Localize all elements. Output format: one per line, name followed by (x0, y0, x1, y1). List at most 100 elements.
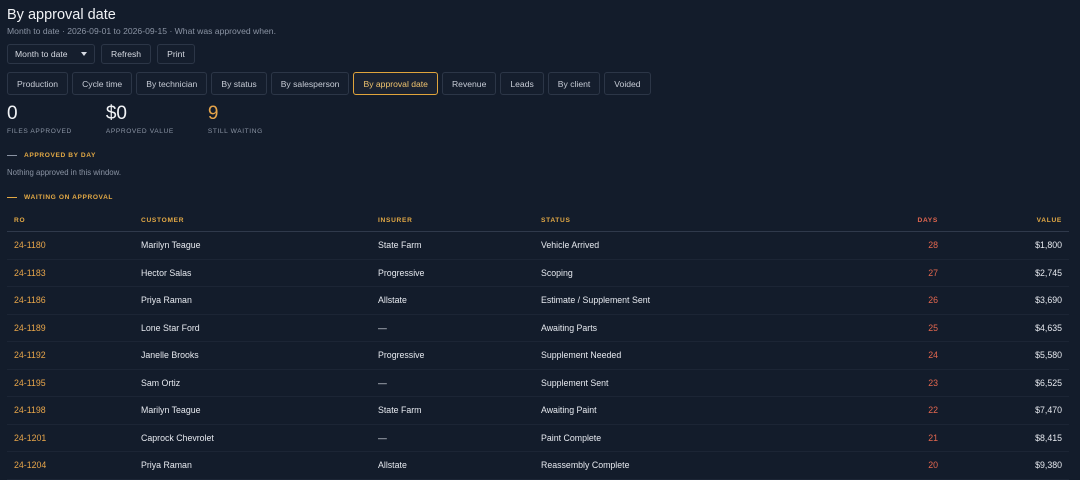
days-cell: 28 (799, 231, 945, 260)
days-cell: 24 (799, 341, 945, 370)
status-cell: Awaiting Parts (534, 314, 799, 342)
tab-by-client[interactable]: By client (547, 72, 601, 95)
ro-link[interactable]: 24-1192 (7, 341, 134, 370)
value-cell: $4,635 (945, 314, 1069, 342)
section-waiting-on-approval: WAITING ON APPROVAL (7, 194, 113, 201)
value-cell: $7,470 (945, 396, 1069, 425)
status-cell: Vehicle Arrived (534, 231, 799, 260)
ro-link[interactable]: 24-1180 (7, 231, 134, 260)
ro-link[interactable]: 24-1201 (7, 424, 134, 452)
days-cell: 23 (799, 369, 945, 397)
date-range-value: Month to date (15, 49, 68, 59)
customer-cell: Marilyn Teague (134, 396, 371, 425)
status-cell: Scoping (534, 259, 799, 287)
insurer-cell: — (371, 369, 534, 397)
date-range-select[interactable]: Month to date (7, 44, 95, 64)
report-tabs: Production Cycle time By technician By s… (7, 72, 651, 95)
column-header-status[interactable]: STATUS (534, 210, 799, 232)
value-cell: $2,745 (945, 259, 1069, 287)
column-header-insurer[interactable]: INSURER (371, 210, 534, 232)
stat-files-approved: 0 FILES APPROVED (7, 103, 72, 136)
customer-cell: Marilyn Teague (134, 231, 371, 260)
insurer-cell: Allstate (371, 451, 534, 480)
stat-label: APPROVED VALUE (105, 128, 174, 135)
days-cell: 20 (799, 451, 945, 480)
tab-revenue[interactable]: Revenue (441, 72, 497, 95)
insurer-cell: — (371, 314, 534, 342)
status-cell: Reassembly Complete (534, 451, 799, 480)
tab-by-technician[interactable]: By technician (136, 72, 208, 95)
ro-link[interactable]: 24-1204 (7, 451, 134, 480)
days-cell: 21 (799, 424, 945, 452)
tab-cycle-time[interactable]: Cycle time (72, 72, 133, 95)
stat-approved-value: $0 APPROVED VALUE (105, 103, 174, 136)
table-row[interactable]: 24-1198 Marilyn Teague State Farm Awaiting … (7, 396, 1069, 425)
insurer-cell: — (371, 424, 534, 452)
empty-message: Nothing approved in this window. (7, 168, 121, 177)
stat-value: 9 (207, 103, 219, 124)
table-header-row: RO CUSTOMER INSURER STATUS DAYS VALUE (7, 210, 1069, 232)
stat-value: 0 (7, 103, 18, 124)
ro-link[interactable]: 24-1195 (7, 369, 134, 397)
customer-cell: Priya Raman (134, 451, 371, 480)
ro-link[interactable]: 24-1183 (7, 259, 134, 287)
customer-cell: Caprock Chevrolet (134, 424, 371, 452)
table-row[interactable]: 24-1180 Marilyn Teague State Farm Vehicle A… (7, 231, 1069, 260)
stat-label: STILL WAITING (207, 128, 263, 135)
refresh-button[interactable]: Refresh (101, 44, 152, 64)
tab-production[interactable]: Production (7, 72, 69, 95)
customer-cell: Sam Ortiz (134, 369, 371, 397)
value-cell: $6,525 (945, 369, 1069, 397)
value-cell: $3,690 (945, 286, 1069, 315)
status-cell: Paint Complete (534, 424, 799, 452)
customer-cell: Hector Salas (134, 259, 371, 287)
table-row[interactable]: 24-1183 Hector Salas Progressive Scoping 27 $… (7, 259, 1069, 287)
insurer-cell: State Farm (371, 231, 534, 260)
summary-stats: 0 FILES APPROVED $0 APPROVED VALUE 9 STI… (7, 103, 297, 136)
column-header-days[interactable]: DAYS (799, 210, 945, 232)
column-header-ro[interactable]: RO (7, 210, 134, 232)
tab-by-approval-date[interactable]: By approval date (353, 72, 438, 95)
days-cell: 22 (799, 396, 945, 425)
column-header-value[interactable]: VALUE (945, 210, 1069, 232)
stat-value: $0 (105, 103, 127, 124)
days-cell: 27 (799, 259, 945, 287)
value-cell: $8,415 (945, 424, 1069, 452)
toolbar: Month to date Refresh Print (7, 44, 195, 64)
table-row[interactable]: 24-1195 Sam Ortiz — Supplement Sent 23 $6,525 (7, 369, 1069, 397)
page-title: By approval date (7, 7, 116, 23)
tab-by-status[interactable]: By status (211, 72, 267, 95)
insurer-cell: State Farm (371, 396, 534, 425)
tab-voided[interactable]: Voided (604, 72, 651, 95)
table-row[interactable]: 24-1201 Caprock Chevrolet — Paint Complete 2… (7, 424, 1069, 452)
status-cell: Awaiting Paint (534, 396, 799, 425)
chevron-down-icon (81, 52, 87, 56)
value-cell: $5,580 (945, 341, 1069, 370)
status-cell: Estimate / Supplement Sent (534, 286, 799, 315)
value-cell: $1,800 (945, 231, 1069, 260)
table-row[interactable]: 24-1192 Janelle Brooks Progressive Suppleme… (7, 341, 1069, 370)
print-button[interactable]: Print (157, 44, 195, 64)
table-row[interactable]: 24-1189 Lone Star Ford — Awaiting Parts 25 $4… (7, 314, 1069, 342)
stat-label: FILES APPROVED (7, 128, 72, 135)
insurer-cell: Allstate (371, 286, 534, 315)
status-cell: Supplement Sent (534, 369, 799, 397)
section-rule (7, 197, 17, 198)
tab-by-salesperson[interactable]: By salesperson (270, 72, 350, 95)
insurer-cell: Progressive (371, 341, 534, 370)
status-cell: Supplement Needed (534, 341, 799, 370)
ro-link[interactable]: 24-1189 (7, 314, 134, 342)
section-heading: APPROVED BY DAY (24, 152, 97, 159)
value-cell: $9,380 (945, 451, 1069, 480)
ro-link[interactable]: 24-1198 (7, 396, 134, 425)
table-row[interactable]: 24-1204 Priya Raman Allstate Reassembly Com… (7, 451, 1069, 480)
days-cell: 26 (799, 286, 945, 315)
table-row[interactable]: 24-1186 Priya Raman Allstate Estimate / Sup… (7, 286, 1069, 315)
ro-link[interactable]: 24-1186 (7, 286, 134, 315)
section-approved-by-day: APPROVED BY DAY (7, 152, 96, 159)
tab-leads[interactable]: Leads (500, 72, 544, 95)
section-heading: WAITING ON APPROVAL (24, 194, 114, 201)
waiting-table: RO CUSTOMER INSURER STATUS DAYS VALUE 24… (7, 210, 1069, 480)
column-header-customer[interactable]: CUSTOMER (134, 210, 371, 232)
page-subtitle: Month to date · 2026-09-01 to 2026-09-15… (7, 26, 276, 36)
